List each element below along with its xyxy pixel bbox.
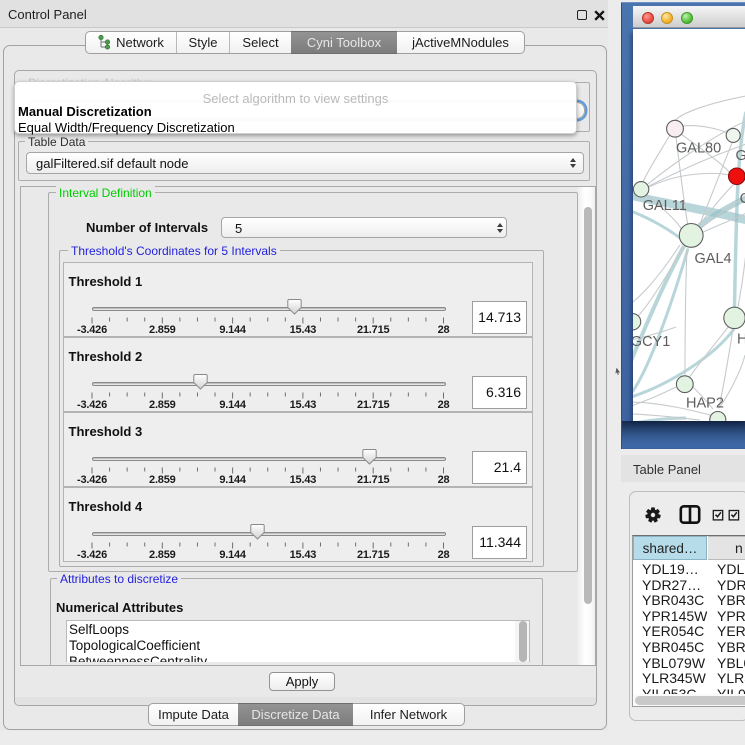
- svg-text:GCY1: GCY1: [633, 334, 670, 350]
- svg-text:C: C: [740, 191, 745, 207]
- svg-text:G: G: [736, 148, 745, 164]
- svg-text:H: H: [737, 332, 745, 348]
- svg-text:GAL80: GAL80: [676, 141, 721, 157]
- svg-text:GAL4: GAL4: [695, 251, 732, 267]
- svg-text:GAL11: GAL11: [643, 198, 687, 214]
- svg-text:HAP2: HAP2: [686, 396, 724, 412]
